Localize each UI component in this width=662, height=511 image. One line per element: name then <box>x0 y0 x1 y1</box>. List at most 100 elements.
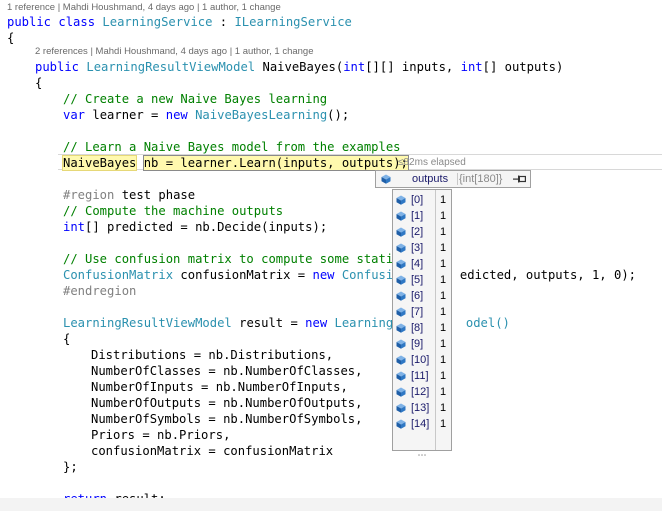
editor-bottom-edge <box>0 498 662 511</box>
pin-icon[interactable] <box>513 174 527 184</box>
field-cube-icon <box>396 211 406 221</box>
code-comment: // Use confusion matrix to compute some … <box>63 252 408 266</box>
datatip-row-value[interactable]: 1 <box>440 241 446 255</box>
type-name: ConfusionMatrix <box>63 268 174 282</box>
code-line-close-brace: }; <box>63 460 78 474</box>
perftip-elapsed[interactable]: ≤82ms elapsed <box>398 156 466 170</box>
datatip-row-value[interactable]: 1 <box>440 401 446 415</box>
code-comment: // Learn a Naive Bayes model from the ex… <box>63 140 401 154</box>
datatip-row-value[interactable]: 1 <box>440 209 446 223</box>
keyword: int <box>460 60 483 74</box>
datatip-row[interactable]: [8] 1 <box>393 320 451 336</box>
datatip-row[interactable]: [5] 1 <box>393 272 451 288</box>
datatip-separator <box>457 173 458 185</box>
datatip-row[interactable]: [13] 1 <box>393 400 451 416</box>
field-cube-icon <box>396 323 406 333</box>
code-comment: // Compute the machine outputs <box>63 204 284 218</box>
field-cube-icon <box>396 227 406 237</box>
datatip-row-value[interactable]: 1 <box>440 385 446 399</box>
datatip-row[interactable]: [4] 1 <box>393 256 451 272</box>
code-text: [] outputs) <box>482 60 564 74</box>
datatip-row[interactable]: [1] 1 <box>393 208 451 224</box>
datatip-row-index: [0] <box>411 194 424 206</box>
region-directive: #region <box>63 188 115 202</box>
code-line-method-signature: public LearningResultViewModel NaiveBaye… <box>35 59 563 75</box>
datatip-row[interactable]: [2] 1 <box>393 224 451 240</box>
codelens-method[interactable]: 2 references | Mahdi Houshmand, 4 days a… <box>35 46 314 58</box>
code-line-predicted: int[] predicted = nb.Decide(inputs); <box>63 219 327 235</box>
datatip-row[interactable]: [6] 1 <box>393 288 451 304</box>
datatip-row-value[interactable]: 1 <box>440 193 446 207</box>
keyword: public <box>35 60 87 74</box>
type-name: odel() <box>465 316 510 330</box>
datatip-row[interactable]: [9] 1 <box>393 336 451 352</box>
datatip-row-value[interactable]: 1 <box>440 305 446 319</box>
datatip-row-value[interactable]: 1 <box>440 369 446 383</box>
keyword: new <box>312 268 335 282</box>
highlighted-reference[interactable]: NaiveBayes <box>61 155 138 171</box>
datatip-row[interactable]: [10] 1 <box>393 352 451 368</box>
field-cube-icon <box>396 259 406 269</box>
field-cube-icon <box>396 291 406 301</box>
field-cube-icon <box>396 419 406 429</box>
current-statement[interactable]: nb = learner.Learn(inputs, outputs); <box>142 155 409 171</box>
code-editor[interactable]: 1 reference | Mahdi Houshmand, 4 days ag… <box>0 0 662 511</box>
datatip-row-index: [13] <box>411 402 430 414</box>
datatip-variable-name[interactable]: outputs <box>412 172 448 186</box>
datatip-row-index: [9] <box>411 338 424 350</box>
code-text: [][] inputs, <box>365 60 461 74</box>
datatip-row[interactable]: [11] 1 <box>393 368 451 384</box>
datatip-row-value[interactable]: 1 <box>440 321 446 335</box>
datatip-row-index: [2] <box>411 226 424 238</box>
code-comment: // Create a new Naive Bayes learning <box>63 92 328 106</box>
resize-grip-icon[interactable] <box>418 444 426 456</box>
code-line-learn: NaiveBayes nb = learner.Learn(inputs, ou… <box>61 155 409 171</box>
datatip-row[interactable]: [0] 1 <box>393 192 451 208</box>
field-cube-icon <box>396 387 406 397</box>
datatip-row-value[interactable]: 1 <box>440 273 446 287</box>
datatip-row-index: [5] <box>411 274 424 286</box>
code-line-class-declaration: public class LearningService : ILearning… <box>7 14 352 30</box>
code-line-learner: var learner = new NaiveBayesLearning(); <box>63 107 349 123</box>
datatip-row[interactable]: [7] 1 <box>393 304 451 320</box>
datatip-variable-value[interactable]: {int[180]} <box>459 172 502 186</box>
datatip-row-index: [4] <box>411 258 424 270</box>
datatip-row-value[interactable]: 1 <box>440 225 446 239</box>
code-line-open-brace: { <box>63 332 71 346</box>
datatip-row-value[interactable]: 1 <box>440 289 446 303</box>
datatip-row-index: [8] <box>411 322 424 334</box>
datatip-header[interactable]: outputs {int[180]} <box>375 170 531 188</box>
datatip-row-value[interactable]: 1 <box>440 337 446 351</box>
code-text: confusionMatrix = <box>173 268 313 282</box>
type-name: LearningService <box>102 15 213 29</box>
code-text: result = <box>231 316 306 330</box>
code-line-initializer: NumberOfSymbols = nb.NumberOfSymbols, <box>91 412 363 426</box>
field-cube-icon <box>396 371 406 381</box>
codelens-class[interactable]: 1 reference | Mahdi Houshmand, 4 days ag… <box>7 2 281 14</box>
code-line-confusion-matrix: ConfusionMatrix confusionMatrix = new Co… <box>63 267 636 283</box>
field-cube-icon <box>396 307 406 317</box>
code-text: test phase <box>114 188 196 202</box>
datatip-row-index: [12] <box>411 386 430 398</box>
code-text: edicted, outputs, 1, 0); <box>459 268 636 282</box>
datatip-row-index: [6] <box>411 290 424 302</box>
keyword: int <box>343 60 366 74</box>
datatip-row-value[interactable]: 1 <box>440 417 446 431</box>
datatip-row-value[interactable]: 1 <box>440 257 446 271</box>
field-cube-icon <box>396 275 406 285</box>
datatip-row[interactable]: [3] 1 <box>393 240 451 256</box>
code-line-initializer: Distributions = nb.Distributions, <box>91 348 334 362</box>
keyword: new <box>165 108 188 122</box>
field-cube-icon <box>396 339 406 349</box>
region-directive: #endregion <box>63 284 137 298</box>
code-line-initializer: NumberOfInputs = nb.NumberOfInputs, <box>91 380 348 394</box>
field-cube-icon <box>396 403 406 413</box>
field-cube-icon <box>396 243 406 253</box>
datatip-row[interactable]: [12] 1 <box>393 384 451 400</box>
datatip-row[interactable]: [14] 1 <box>393 416 451 432</box>
datatip-row-value[interactable]: 1 <box>440 353 446 367</box>
datatip-array-list[interactable]: [0] 1 [1] 1 [2] 1 [3] 1 [4] 1 [5] 1 [6] 1 [7] 1 [8] 1 [9] 1… <box>392 189 452 456</box>
